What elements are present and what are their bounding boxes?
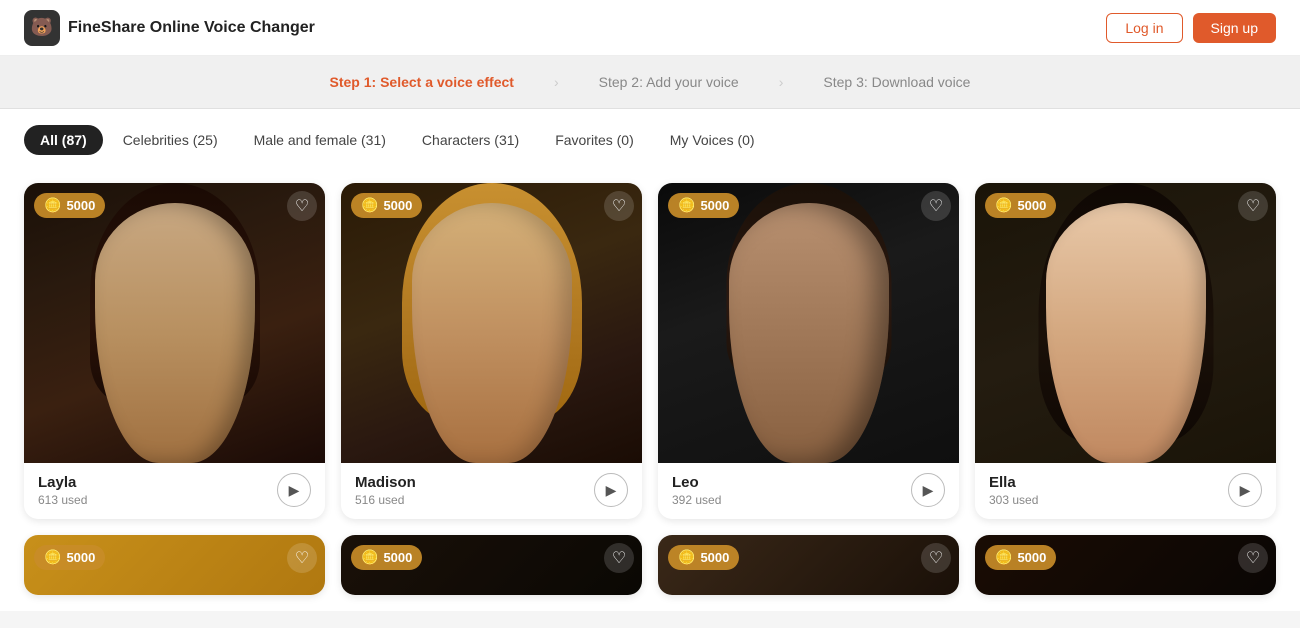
steps-bar: Step 1: Select a voice effect › Step 2: …: [0, 56, 1300, 109]
header: 🐻 FineShare Online Voice Changer Log in …: [0, 0, 1300, 56]
card-used-ella: 303 used: [989, 493, 1038, 507]
coin-badge-p3: 🪙 5000: [668, 545, 739, 570]
card-info-layla: Layla 613 used ▶: [24, 463, 325, 519]
coin-icon: 🪙: [995, 549, 1012, 566]
partial-card-4: 🪙 5000 ♡: [975, 535, 1276, 595]
partial-cards-grid: 🪙 5000 ♡ 🪙 5000 ♡ 🪙 5000 ♡ 🪙 500: [0, 535, 1300, 611]
coin-badge-leo: 🪙 5000: [668, 193, 739, 218]
filter-tabs: All (87) Celebrities (25) Male and femal…: [0, 109, 1300, 167]
step-3[interactable]: Step 3: Download voice: [823, 74, 970, 90]
tab-characters[interactable]: Characters (31): [406, 125, 535, 155]
play-button-madison[interactable]: ▶: [594, 473, 628, 507]
voice-card-layla: 🪙 5000 ♡ Layla 613 used ▶: [24, 183, 325, 519]
step-divider-1: ›: [554, 74, 559, 90]
partial-img-4: 🪙 5000 ♡: [975, 535, 1276, 595]
tab-all[interactable]: All (87): [24, 125, 103, 155]
face-madison: [412, 203, 572, 463]
app-title: FineShare Online Voice Changer: [68, 19, 315, 37]
favorite-button-layla[interactable]: ♡: [287, 191, 317, 221]
card-used-layla: 613 used: [38, 493, 87, 507]
coin-icon: 🪙: [678, 549, 695, 566]
step-1[interactable]: Step 1: Select a voice effect: [330, 74, 514, 90]
favorite-button-p3[interactable]: ♡: [921, 543, 951, 573]
voice-card-madison: 🪙 5000 ♡ Madison 516 used ▶: [341, 183, 642, 519]
partial-card-1: 🪙 5000 ♡: [24, 535, 325, 595]
partial-card-3: 🪙 5000 ♡: [658, 535, 959, 595]
tab-favorites[interactable]: Favorites (0): [539, 125, 650, 155]
tab-my-voices[interactable]: My Voices (0): [654, 125, 771, 155]
logo-area: 🐻 FineShare Online Voice Changer: [24, 10, 315, 46]
play-button-layla[interactable]: ▶: [277, 473, 311, 507]
favorite-button-p4[interactable]: ♡: [1238, 543, 1268, 573]
favorite-button-ella[interactable]: ♡: [1238, 191, 1268, 221]
play-button-ella[interactable]: ▶: [1228, 473, 1262, 507]
card-used-madison: 516 used: [355, 493, 416, 507]
card-image-leo: 🪙 5000 ♡: [658, 183, 959, 463]
coin-badge-p2: 🪙 5000: [351, 545, 422, 570]
favorite-button-madison[interactable]: ♡: [604, 191, 634, 221]
coin-badge-madison: 🪙 5000: [351, 193, 422, 218]
favorite-button-p1[interactable]: ♡: [287, 543, 317, 573]
coin-icon: 🪙: [361, 549, 378, 566]
card-image-madison: 🪙 5000 ♡: [341, 183, 642, 463]
face-leo: [729, 203, 889, 463]
partial-card-2: 🪙 5000 ♡: [341, 535, 642, 595]
coin-icon: 🪙: [44, 549, 61, 566]
login-button[interactable]: Log in: [1106, 13, 1182, 43]
coin-badge-layla: 🪙 5000: [34, 193, 105, 218]
face-layla: [95, 203, 255, 463]
signup-button[interactable]: Sign up: [1193, 13, 1276, 43]
coin-badge-p4: 🪙 5000: [985, 545, 1056, 570]
card-name-leo: Leo: [672, 474, 721, 491]
step-2[interactable]: Step 2: Add your voice: [599, 74, 739, 90]
card-image-layla: 🪙 5000 ♡: [24, 183, 325, 463]
step-divider-2: ›: [779, 74, 784, 90]
card-info-leo: Leo 392 used ▶: [658, 463, 959, 519]
card-text-leo: Leo 392 used: [672, 474, 721, 507]
voice-card-ella: 🪙 5000 ♡ Ella 303 used ▶: [975, 183, 1276, 519]
card-info-ella: Ella 303 used ▶: [975, 463, 1276, 519]
partial-img-3: 🪙 5000 ♡: [658, 535, 959, 595]
favorite-button-leo[interactable]: ♡: [921, 191, 951, 221]
card-used-leo: 392 used: [672, 493, 721, 507]
card-name-ella: Ella: [989, 474, 1038, 491]
coin-icon: 🪙: [995, 197, 1012, 214]
voice-cards-grid: 🪙 5000 ♡ Layla 613 used ▶ 🪙 5000 ♡ M: [0, 167, 1300, 535]
play-button-leo[interactable]: ▶: [911, 473, 945, 507]
card-name-layla: Layla: [38, 474, 87, 491]
card-text-madison: Madison 516 used: [355, 474, 416, 507]
logo-icon: 🐻: [24, 10, 60, 46]
coin-icon: 🪙: [361, 197, 378, 214]
coin-badge-ella: 🪙 5000: [985, 193, 1056, 218]
card-name-madison: Madison: [355, 474, 416, 491]
card-text-ella: Ella 303 used: [989, 474, 1038, 507]
partial-img-1: 🪙 5000 ♡: [24, 535, 325, 595]
tab-celebrities[interactable]: Celebrities (25): [107, 125, 234, 155]
header-buttons: Log in Sign up: [1106, 13, 1276, 43]
face-ella: [1046, 203, 1206, 463]
favorite-button-p2[interactable]: ♡: [604, 543, 634, 573]
partial-img-2: 🪙 5000 ♡: [341, 535, 642, 595]
voice-card-leo: 🪙 5000 ♡ Leo 392 used ▶: [658, 183, 959, 519]
card-text-layla: Layla 613 used: [38, 474, 87, 507]
coin-badge-p1: 🪙 5000: [34, 545, 105, 570]
coin-icon: 🪙: [44, 197, 61, 214]
tab-male-female[interactable]: Male and female (31): [238, 125, 402, 155]
coin-icon: 🪙: [678, 197, 695, 214]
card-info-madison: Madison 516 used ▶: [341, 463, 642, 519]
card-image-ella: 🪙 5000 ♡: [975, 183, 1276, 463]
